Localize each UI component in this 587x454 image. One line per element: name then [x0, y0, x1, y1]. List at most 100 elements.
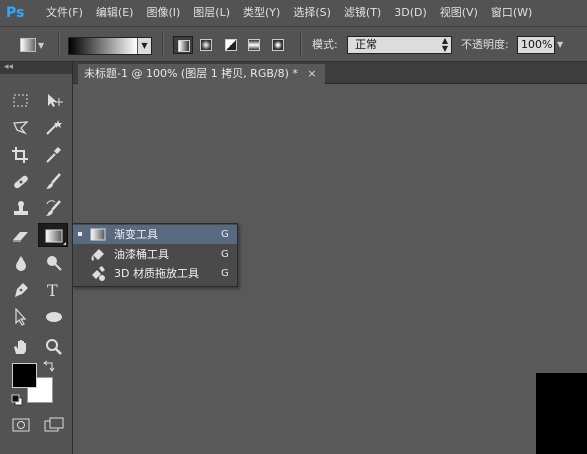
lasso-tool[interactable] — [7, 117, 35, 139]
gradient-tool[interactable] — [38, 223, 68, 247]
type-tool[interactable]: T — [40, 279, 68, 301]
ellipse-tool[interactable] — [40, 306, 68, 328]
healing-brush-tool[interactable] — [7, 171, 35, 193]
rectangular-marquee-tool[interactable] — [7, 90, 35, 112]
flyout-item-label: 3D 材质拖放工具 — [114, 267, 199, 280]
blur-tool[interactable] — [7, 252, 35, 274]
flyout-item-paint-bucket-tool[interactable]: 油漆桶工具 G — [73, 245, 237, 264]
menu-image[interactable]: 图像(I) — [146, 0, 180, 26]
hand-tool[interactable] — [7, 336, 35, 358]
magic-wand-icon — [46, 120, 62, 135]
swap-colors-icon[interactable] — [43, 360, 55, 372]
foreground-color-swatch[interactable] — [12, 363, 37, 388]
eyedropper-tool[interactable] — [40, 144, 68, 166]
menu-type[interactable]: 类型(Y) — [243, 0, 280, 26]
chevron-down-icon[interactable]: ▼ — [557, 36, 569, 54]
move-tool[interactable] — [40, 90, 68, 112]
menu-select[interactable]: 选择(S) — [293, 0, 331, 26]
canvas-black-region — [536, 373, 587, 454]
options-bar: ▼ ▼ 模式: 正常 ▲ ▼ 不透明度: 100% ▼ — [0, 26, 587, 62]
pen-icon — [15, 283, 28, 297]
menu-edit[interactable]: 编辑(E) — [96, 0, 134, 26]
toolbox-collapse-button[interactable]: ◂◂ — [0, 62, 72, 74]
history-brush-tool[interactable] — [40, 198, 68, 220]
photoshop-logo: Ps — [6, 5, 25, 21]
reflected-gradient-button[interactable] — [244, 36, 264, 54]
reflected-gradient-icon — [248, 39, 260, 51]
zoom-tool[interactable] — [40, 336, 68, 358]
menu-view[interactable]: 视图(V) — [440, 0, 478, 26]
brush-tool[interactable] — [40, 171, 68, 193]
bandage-icon — [14, 175, 28, 189]
dodge-tool[interactable] — [40, 252, 68, 274]
arrow-pointer-icon — [15, 308, 27, 326]
diamond-gradient-icon — [272, 39, 284, 51]
radial-gradient-icon — [200, 39, 212, 51]
ellipse-icon — [46, 312, 62, 322]
flyout-item-3d-material-drop-tool[interactable]: 3D 材质拖放工具 G — [73, 264, 237, 283]
chevron-down-icon: ▼ — [38, 41, 45, 50]
divider — [162, 33, 164, 57]
dodge-icon — [47, 256, 62, 271]
lasso-icon — [13, 121, 29, 135]
mode-select[interactable]: 正常 ▲ ▼ — [347, 36, 452, 54]
svg-text:T: T — [47, 281, 58, 299]
screen-mode-button[interactable] — [40, 414, 68, 436]
menu-items: 文件(F) 编辑(E) 图像(I) 图层(L) 类型(Y) 选择(S) 滤镜(T… — [46, 0, 545, 26]
clone-stamp-tool[interactable] — [7, 198, 35, 220]
flyout-item-shortcut: G — [221, 229, 229, 240]
flyout-item-gradient-tool[interactable]: 渐变工具 G — [73, 225, 237, 244]
eraser-tool[interactable] — [7, 225, 35, 247]
gradient-picker[interactable]: ▼ — [68, 37, 152, 55]
opacity-input[interactable]: 100% — [517, 36, 555, 54]
linear-gradient-button[interactable] — [173, 36, 193, 54]
gradient-icon — [89, 226, 107, 243]
chevron-down-icon[interactable]: ▼ — [138, 38, 151, 54]
quick-mask-icon — [12, 418, 30, 432]
3d-material-drop-icon — [89, 265, 107, 282]
crop-icon — [12, 147, 28, 163]
crop-tool[interactable] — [7, 144, 35, 166]
diamond-gradient-button[interactable] — [268, 36, 288, 54]
stamp-icon — [14, 201, 28, 215]
menu-window[interactable]: 窗口(W) — [491, 0, 532, 26]
pen-tool[interactable] — [7, 279, 35, 301]
menu-file[interactable]: 文件(F) — [46, 0, 83, 26]
brush-icon — [46, 173, 61, 189]
gradient-tool-flyout-menu: 渐变工具 G 油漆桶工具 G 3D 材质拖放工具 G — [72, 223, 238, 287]
flyout-item-label: 渐变工具 — [114, 228, 158, 241]
document-title: 未标题-1 @ 100% (图层 1 拷贝, RGB/8) * — [84, 67, 298, 80]
gradient-tool-preset-icon — [20, 38, 36, 52]
water-drop-icon — [16, 256, 26, 271]
angle-gradient-button[interactable] — [221, 36, 241, 54]
selected-bullet-icon — [78, 232, 82, 236]
menu-bar: Ps 文件(F) 编辑(E) 图像(I) 图层(L) 类型(Y) 选择(S) 滤… — [0, 0, 587, 26]
eyedropper-icon — [46, 147, 61, 163]
up-down-arrows-icon: ▲ ▼ — [441, 36, 448, 53]
paint-bucket-icon — [89, 246, 107, 263]
mode-value: 正常 — [355, 38, 377, 51]
menu-filter[interactable]: 滤镜(T) — [344, 0, 381, 26]
gradient-preview — [69, 38, 137, 54]
marquee-icon — [13, 94, 28, 107]
path-selection-tool[interactable] — [7, 306, 35, 328]
tool-preset-picker[interactable]: ▼ — [16, 35, 46, 55]
flyout-item-shortcut: G — [221, 268, 229, 279]
opacity-label: 不透明度: — [461, 38, 509, 51]
linear-gradient-icon — [178, 40, 190, 52]
default-colors-icon[interactable] — [11, 394, 23, 406]
menu-layer[interactable]: 图层(L) — [193, 0, 230, 26]
history-brush-icon — [46, 200, 61, 216]
magnifier-icon — [46, 339, 62, 355]
quick-mask-button[interactable] — [7, 414, 35, 436]
close-icon[interactable]: × — [307, 67, 316, 80]
magic-wand-tool[interactable] — [40, 117, 68, 139]
move-icon — [48, 94, 63, 107]
document-tab-strip: 未标题-1 @ 100% (图层 1 拷贝, RGB/8) * × — [73, 62, 587, 84]
menu-3d[interactable]: 3D(D) — [394, 0, 427, 26]
angle-gradient-icon — [225, 39, 237, 51]
hand-icon — [14, 340, 26, 354]
document-tab[interactable]: 未标题-1 @ 100% (图层 1 拷贝, RGB/8) * × — [78, 64, 325, 84]
type-icon: T — [47, 281, 58, 299]
radial-gradient-button[interactable] — [196, 36, 216, 54]
